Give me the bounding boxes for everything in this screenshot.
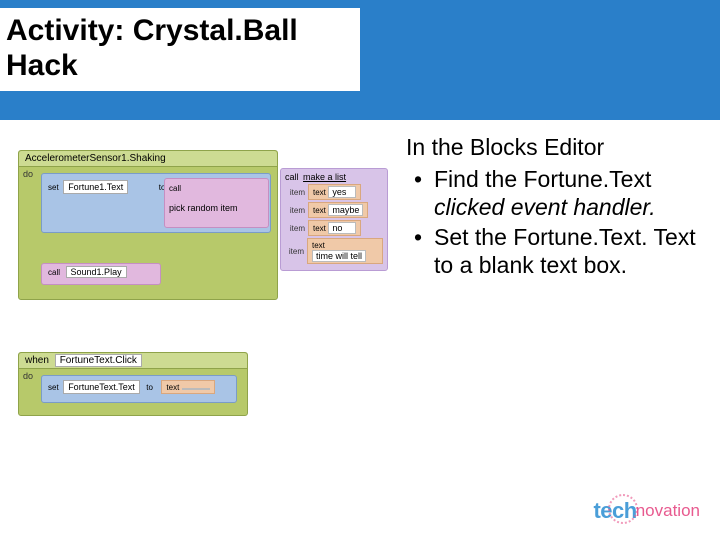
text-block: text time will tell bbox=[307, 238, 383, 264]
content-area: AccelerometerSensor1.Shaking do set Fort… bbox=[0, 120, 720, 540]
set-block-fortune-text: set Fortune1.Text to call pick random it… bbox=[41, 173, 271, 233]
event-header-shaking: AccelerometerSensor1.Shaking bbox=[19, 151, 277, 167]
slide-title: Activity: Crystal.Ball Hack bbox=[6, 14, 346, 83]
item-label: item bbox=[285, 224, 305, 233]
call-random-block: call pick random item bbox=[164, 178, 269, 228]
set-label-2: set bbox=[48, 383, 59, 392]
text-block-blank: text bbox=[161, 380, 214, 394]
list-item-maybe: maybe bbox=[328, 204, 363, 216]
make-list-label: make a list bbox=[303, 172, 346, 182]
title-box: Activity: Crystal.Ball Hack bbox=[0, 8, 360, 91]
list-item-row: item text yes bbox=[285, 184, 383, 200]
set-block-click: set FortuneText.Text to text bbox=[41, 375, 237, 403]
text-block: text no bbox=[308, 220, 361, 236]
call-sound-label: call bbox=[48, 268, 60, 277]
blocks-preview: AccelerometerSensor1.Shaking do set Fort… bbox=[0, 120, 400, 540]
blank-text-value bbox=[182, 388, 210, 390]
text-block: text yes bbox=[308, 184, 361, 200]
instructions-panel: In the Blocks Editor Find the Fortune.Te… bbox=[400, 120, 720, 540]
set-target-fortune: Fortune1.Text bbox=[63, 180, 128, 194]
event-block-click: when FortuneText.Click do set FortuneTex… bbox=[18, 352, 248, 416]
do-label: do bbox=[23, 169, 33, 179]
instruction-item-1: Find the Fortune.Text clicked event hand… bbox=[412, 165, 702, 221]
make-list-block: call make a list item text yes item text… bbox=[280, 168, 388, 271]
logo-novation: novation bbox=[636, 501, 700, 521]
call-sound-block: call Sound1.Play bbox=[41, 263, 161, 285]
list-item-row: item text time will tell bbox=[285, 238, 383, 264]
instruction-item-2: Set the Fortune.Text. Text to a blank te… bbox=[412, 223, 702, 279]
event-block-shaking: AccelerometerSensor1.Shaking do set Fort… bbox=[18, 150, 278, 300]
item-label: item bbox=[285, 206, 305, 215]
blocks-area: AccelerometerSensor1.Shaking do set Fort… bbox=[14, 144, 394, 504]
call-label: call bbox=[169, 184, 181, 193]
list-item-no: no bbox=[328, 222, 356, 234]
text-block: text maybe bbox=[308, 202, 368, 218]
list-item-timewilltell: time will tell bbox=[312, 250, 366, 262]
technovation-logo: technovation bbox=[593, 498, 700, 524]
list-item-row: item text maybe bbox=[285, 202, 383, 218]
click-target: FortuneText.Click bbox=[55, 354, 142, 367]
list-item-row: item text no bbox=[285, 220, 383, 236]
sound-target: Sound1.Play bbox=[66, 266, 127, 278]
instructions-heading: In the Blocks Editor bbox=[406, 134, 702, 161]
item-label: item bbox=[285, 188, 305, 197]
logo-dotcircle-icon bbox=[608, 494, 638, 524]
random-label: pick random item bbox=[169, 203, 264, 213]
set-label: set bbox=[48, 183, 59, 192]
set-target-2: FortuneText.Text bbox=[63, 380, 140, 394]
item-label: item bbox=[285, 247, 304, 256]
slide: Activity: Crystal.Ball Hack Acceleromete… bbox=[0, 0, 720, 540]
list-item-yes: yes bbox=[328, 186, 356, 198]
event-header-click: when FortuneText.Click bbox=[19, 353, 247, 369]
to-label-2: to bbox=[146, 383, 153, 392]
make-list-call: call bbox=[285, 172, 299, 182]
do-label-2: do bbox=[23, 371, 33, 381]
instructions-list: Find the Fortune.Text clicked event hand… bbox=[406, 165, 702, 279]
